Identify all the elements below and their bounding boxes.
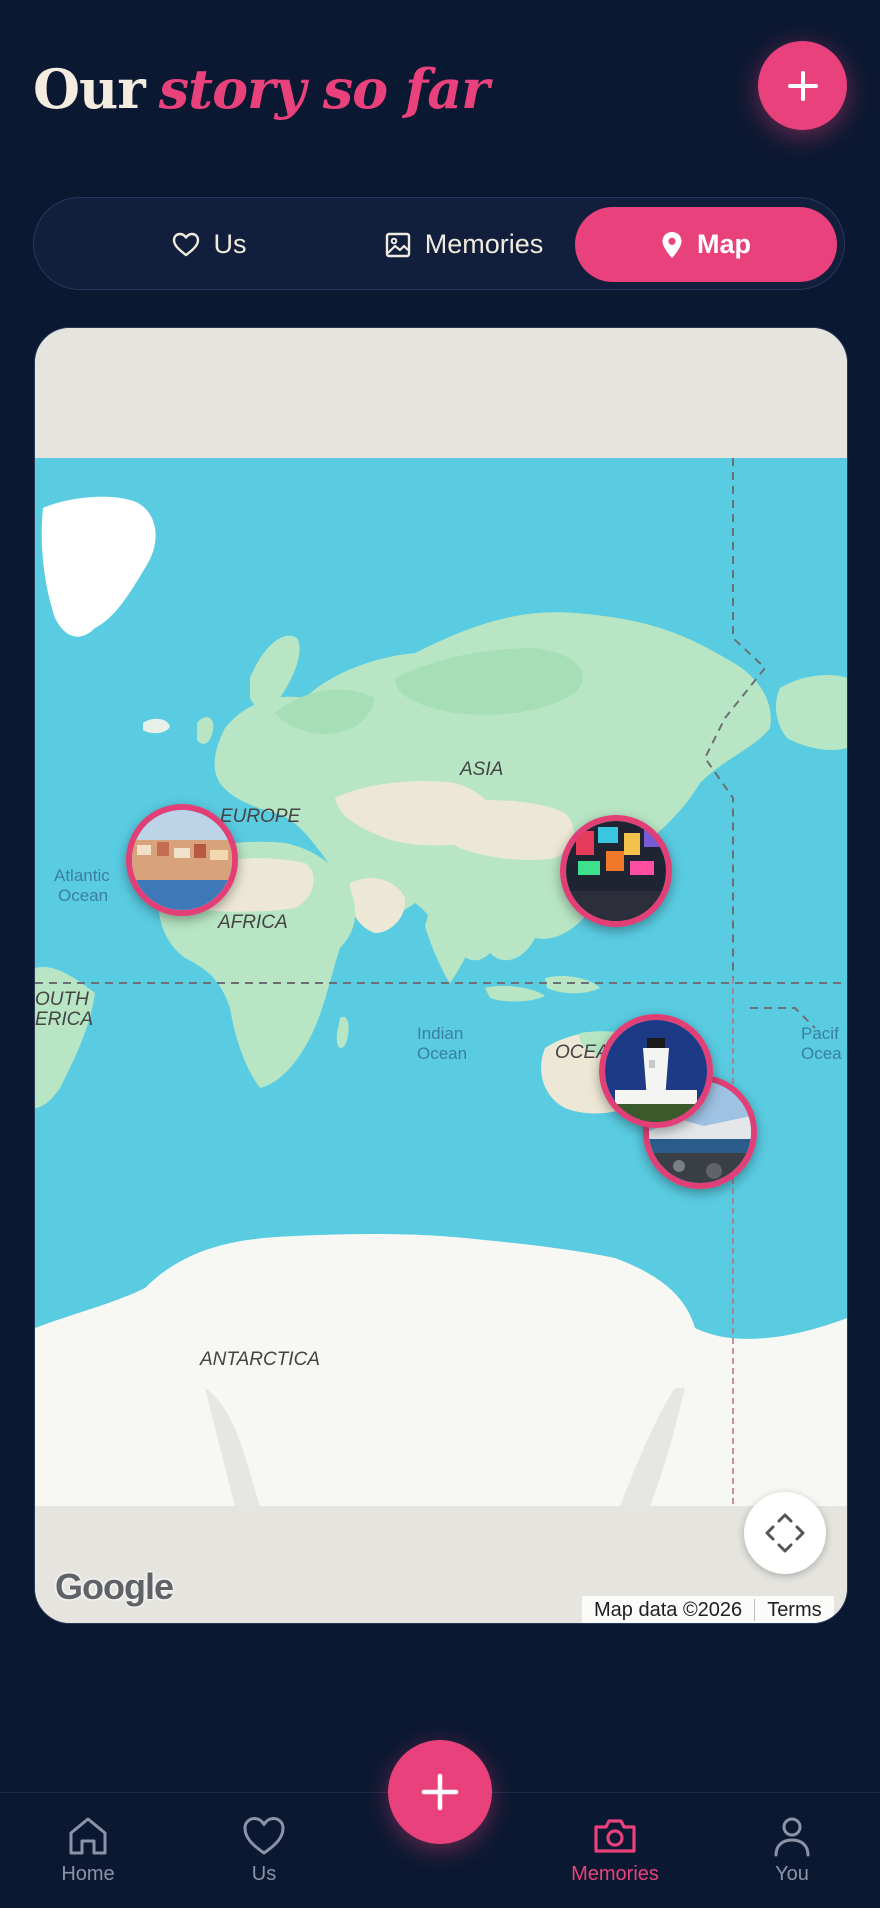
label-south-america-line1: OUTH	[35, 989, 89, 1010]
view-tabs: Us Memories Map	[33, 197, 845, 290]
tokyo-photo	[566, 821, 666, 921]
nav-memories[interactable]: Memories	[560, 1815, 670, 1886]
heart-icon	[172, 232, 199, 256]
tab-us-label: Us	[213, 229, 247, 259]
image-icon	[385, 232, 410, 257]
tab-memories-label: Memories	[424, 229, 544, 259]
tab-us[interactable]: Us	[94, 207, 324, 282]
memory-pin-lighthouse[interactable]	[599, 1014, 713, 1128]
tab-map[interactable]: Map	[575, 207, 837, 282]
expand-arrows-icon	[765, 1513, 805, 1553]
label-asia: ASIA	[459, 759, 503, 780]
tab-map-label: Map	[697, 229, 751, 259]
label-indian-line2: Ocean	[417, 1044, 467, 1063]
nav-you-label: You	[775, 1863, 809, 1885]
nav-memories-label: Memories	[571, 1863, 659, 1885]
label-pacific-line2: Ocea	[801, 1044, 842, 1063]
label-atlantic-line1: Atlantic	[54, 866, 110, 885]
tab-memories[interactable]: Memories	[334, 207, 594, 282]
lisbon-photo	[132, 810, 232, 910]
label-europe: EUROPE	[220, 806, 301, 827]
add-memory-center-button[interactable]	[388, 1740, 492, 1844]
label-africa: AFRICA	[217, 912, 288, 933]
map-provider-logo: Google	[55, 1566, 174, 1607]
label-south-america-line2: ERICA	[35, 1009, 93, 1030]
page-title: Our story so far	[33, 54, 490, 124]
map-pin-icon	[662, 231, 682, 258]
terms-link[interactable]: Terms	[755, 1599, 833, 1622]
memories-map[interactable]: ASIA EUROPE AFRICA OCEA OUTH ERICA ANTAR…	[34, 327, 848, 1624]
user-icon	[774, 1817, 810, 1857]
fullscreen-button[interactable]	[744, 1492, 826, 1574]
nav-us-label: Us	[251, 1863, 277, 1885]
memory-pin-lisbon[interactable]	[126, 804, 238, 916]
nav-home-label: Home	[61, 1863, 115, 1885]
lighthouse-photo	[605, 1020, 707, 1122]
add-memory-button[interactable]	[758, 41, 847, 130]
label-antarctica: ANTARCTICA	[199, 1349, 320, 1370]
map-data-text: Map data ©2026	[594, 1598, 743, 1621]
world-map[interactable]: ASIA EUROPE AFRICA OCEA OUTH ERICA ANTAR…	[35, 328, 847, 1623]
plus-icon	[787, 70, 818, 101]
plus-icon	[421, 1773, 459, 1811]
camera-icon	[594, 1819, 636, 1853]
label-atlantic-line2: Ocean	[58, 886, 108, 905]
nav-home[interactable]: Home	[33, 1815, 143, 1886]
label-indian-line1: Indian	[417, 1024, 463, 1043]
nav-us[interactable]: Us	[209, 1815, 319, 1886]
home-icon	[69, 1817, 107, 1855]
heart-icon	[243, 1817, 285, 1855]
nav-you[interactable]: You	[737, 1815, 847, 1886]
map-attribution: Map data ©2026 Terms	[582, 1596, 834, 1623]
label-pacific-line1: Pacif	[801, 1024, 839, 1043]
memory-pin-tokyo[interactable]	[560, 815, 672, 927]
page-title-lead: Our	[33, 57, 146, 121]
page-title-accent: story so far	[158, 57, 490, 121]
